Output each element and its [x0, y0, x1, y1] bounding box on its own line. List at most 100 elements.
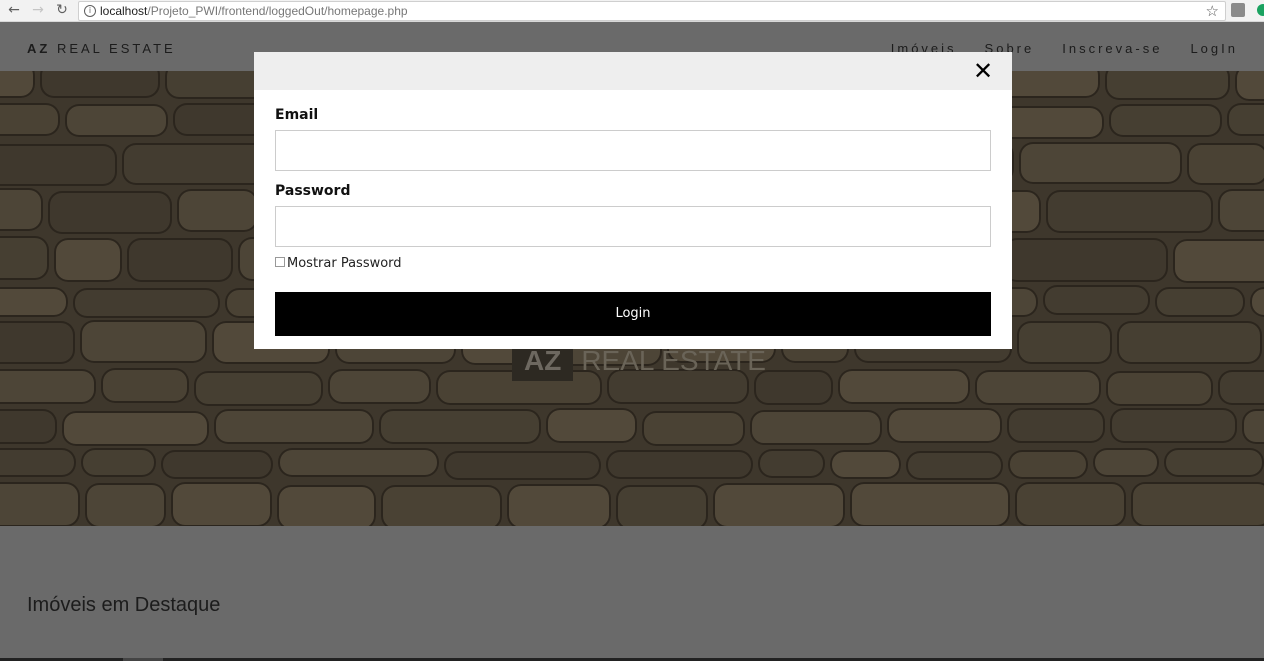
stone [642, 411, 745, 446]
stone [606, 450, 753, 479]
show-password-checkbox[interactable] [275, 257, 285, 267]
extension-icon-green[interactable] [1257, 4, 1264, 16]
stone [1235, 71, 1264, 101]
url-host: localhost [100, 4, 148, 18]
featured-section: Imóveis em Destaque [0, 526, 1264, 661]
featured-title: Imóveis em Destaque [27, 594, 221, 616]
stone [379, 409, 541, 444]
stone [0, 287, 68, 317]
stone [1173, 239, 1264, 283]
password-field[interactable] [275, 206, 991, 247]
stone [127, 238, 233, 282]
stone [0, 144, 117, 186]
stone [171, 482, 272, 526]
stone [65, 104, 168, 137]
modal-body: Email Password Mostrar Password Login [254, 90, 1012, 336]
stone [278, 448, 439, 477]
stone [381, 485, 502, 526]
stone [0, 482, 80, 526]
stone [750, 410, 882, 445]
login-button[interactable]: Login [275, 292, 991, 336]
browser-toolbar: ← → ↻ i localhost/Projeto_PWI/frontend/l… [0, 0, 1264, 22]
stone [1046, 190, 1213, 233]
forward-arrow-icon[interactable]: → [30, 2, 46, 18]
stone [0, 321, 75, 364]
brand-bold: AZ [27, 41, 51, 56]
stone [758, 449, 825, 478]
stone [850, 482, 1010, 526]
nav-link-inscreva-se[interactable]: Inscreva-se [1062, 41, 1162, 56]
stone [0, 369, 96, 404]
info-icon[interactable]: i [84, 5, 96, 17]
stone [1093, 448, 1159, 477]
email-label: Email [275, 107, 319, 123]
stone [277, 485, 376, 526]
stone [838, 369, 970, 404]
stone [122, 143, 269, 185]
stone [1019, 142, 1182, 184]
stone [0, 409, 57, 444]
stone [887, 408, 1002, 443]
stone [1007, 408, 1105, 443]
stone [1105, 71, 1230, 100]
stone [1250, 287, 1264, 317]
stone [546, 408, 637, 443]
stone [1218, 189, 1264, 232]
stone [1187, 143, 1264, 185]
stone [194, 371, 323, 406]
url-text: localhost/Projeto_PWI/frontend/loggedOut… [100, 4, 408, 18]
stone [1242, 409, 1264, 444]
stone [1109, 104, 1222, 137]
stone [0, 448, 76, 477]
stone [1015, 482, 1126, 526]
stone [1155, 287, 1245, 317]
stone [1164, 448, 1264, 477]
stone [177, 189, 258, 232]
stone [214, 409, 374, 444]
stone [73, 288, 220, 318]
stone [80, 320, 207, 363]
stone [1043, 285, 1150, 315]
stone [161, 450, 273, 479]
show-password-label[interactable]: Mostrar Password [287, 256, 402, 271]
stone [444, 451, 601, 480]
back-arrow-icon[interactable]: ← [6, 2, 22, 18]
url-path: /Projeto_PWI/frontend/loggedOut/homepage… [147, 4, 408, 18]
stone [0, 236, 49, 280]
stone [1131, 482, 1264, 526]
stone [40, 71, 160, 98]
stone [0, 103, 60, 136]
login-modal: ✕ Email Password Mostrar Password Login [254, 52, 1012, 349]
stone [507, 484, 611, 526]
nav-link-login[interactable]: LogIn [1190, 41, 1238, 56]
stone [0, 71, 35, 98]
stone [830, 450, 901, 479]
stone [1117, 321, 1262, 364]
stone [616, 485, 708, 526]
stone [1003, 238, 1168, 282]
stone [713, 483, 845, 526]
close-icon[interactable]: ✕ [972, 59, 994, 83]
stone [328, 369, 431, 404]
brand-logo[interactable]: AZ REAL ESTATE [27, 41, 176, 56]
show-password-row: Mostrar Password [275, 253, 991, 273]
modal-header: ✕ [254, 52, 1012, 90]
star-icon[interactable]: ☆ [1206, 2, 1219, 20]
extension-icon[interactable] [1231, 3, 1245, 17]
stone [1218, 370, 1264, 405]
stone [975, 370, 1101, 405]
stone [0, 188, 43, 231]
stone [101, 368, 189, 403]
address-bar[interactable]: i localhost/Projeto_PWI/frontend/loggedO… [78, 1, 1226, 21]
stone [906, 451, 1003, 480]
stone [1008, 450, 1088, 479]
email-field[interactable] [275, 130, 991, 171]
stone [1017, 321, 1112, 364]
password-label: Password [275, 183, 351, 199]
stone [85, 483, 166, 526]
reload-icon[interactable]: ↻ [54, 2, 70, 18]
stone [1106, 371, 1213, 406]
stone [81, 448, 156, 477]
stone [54, 238, 122, 282]
stone [48, 191, 172, 234]
